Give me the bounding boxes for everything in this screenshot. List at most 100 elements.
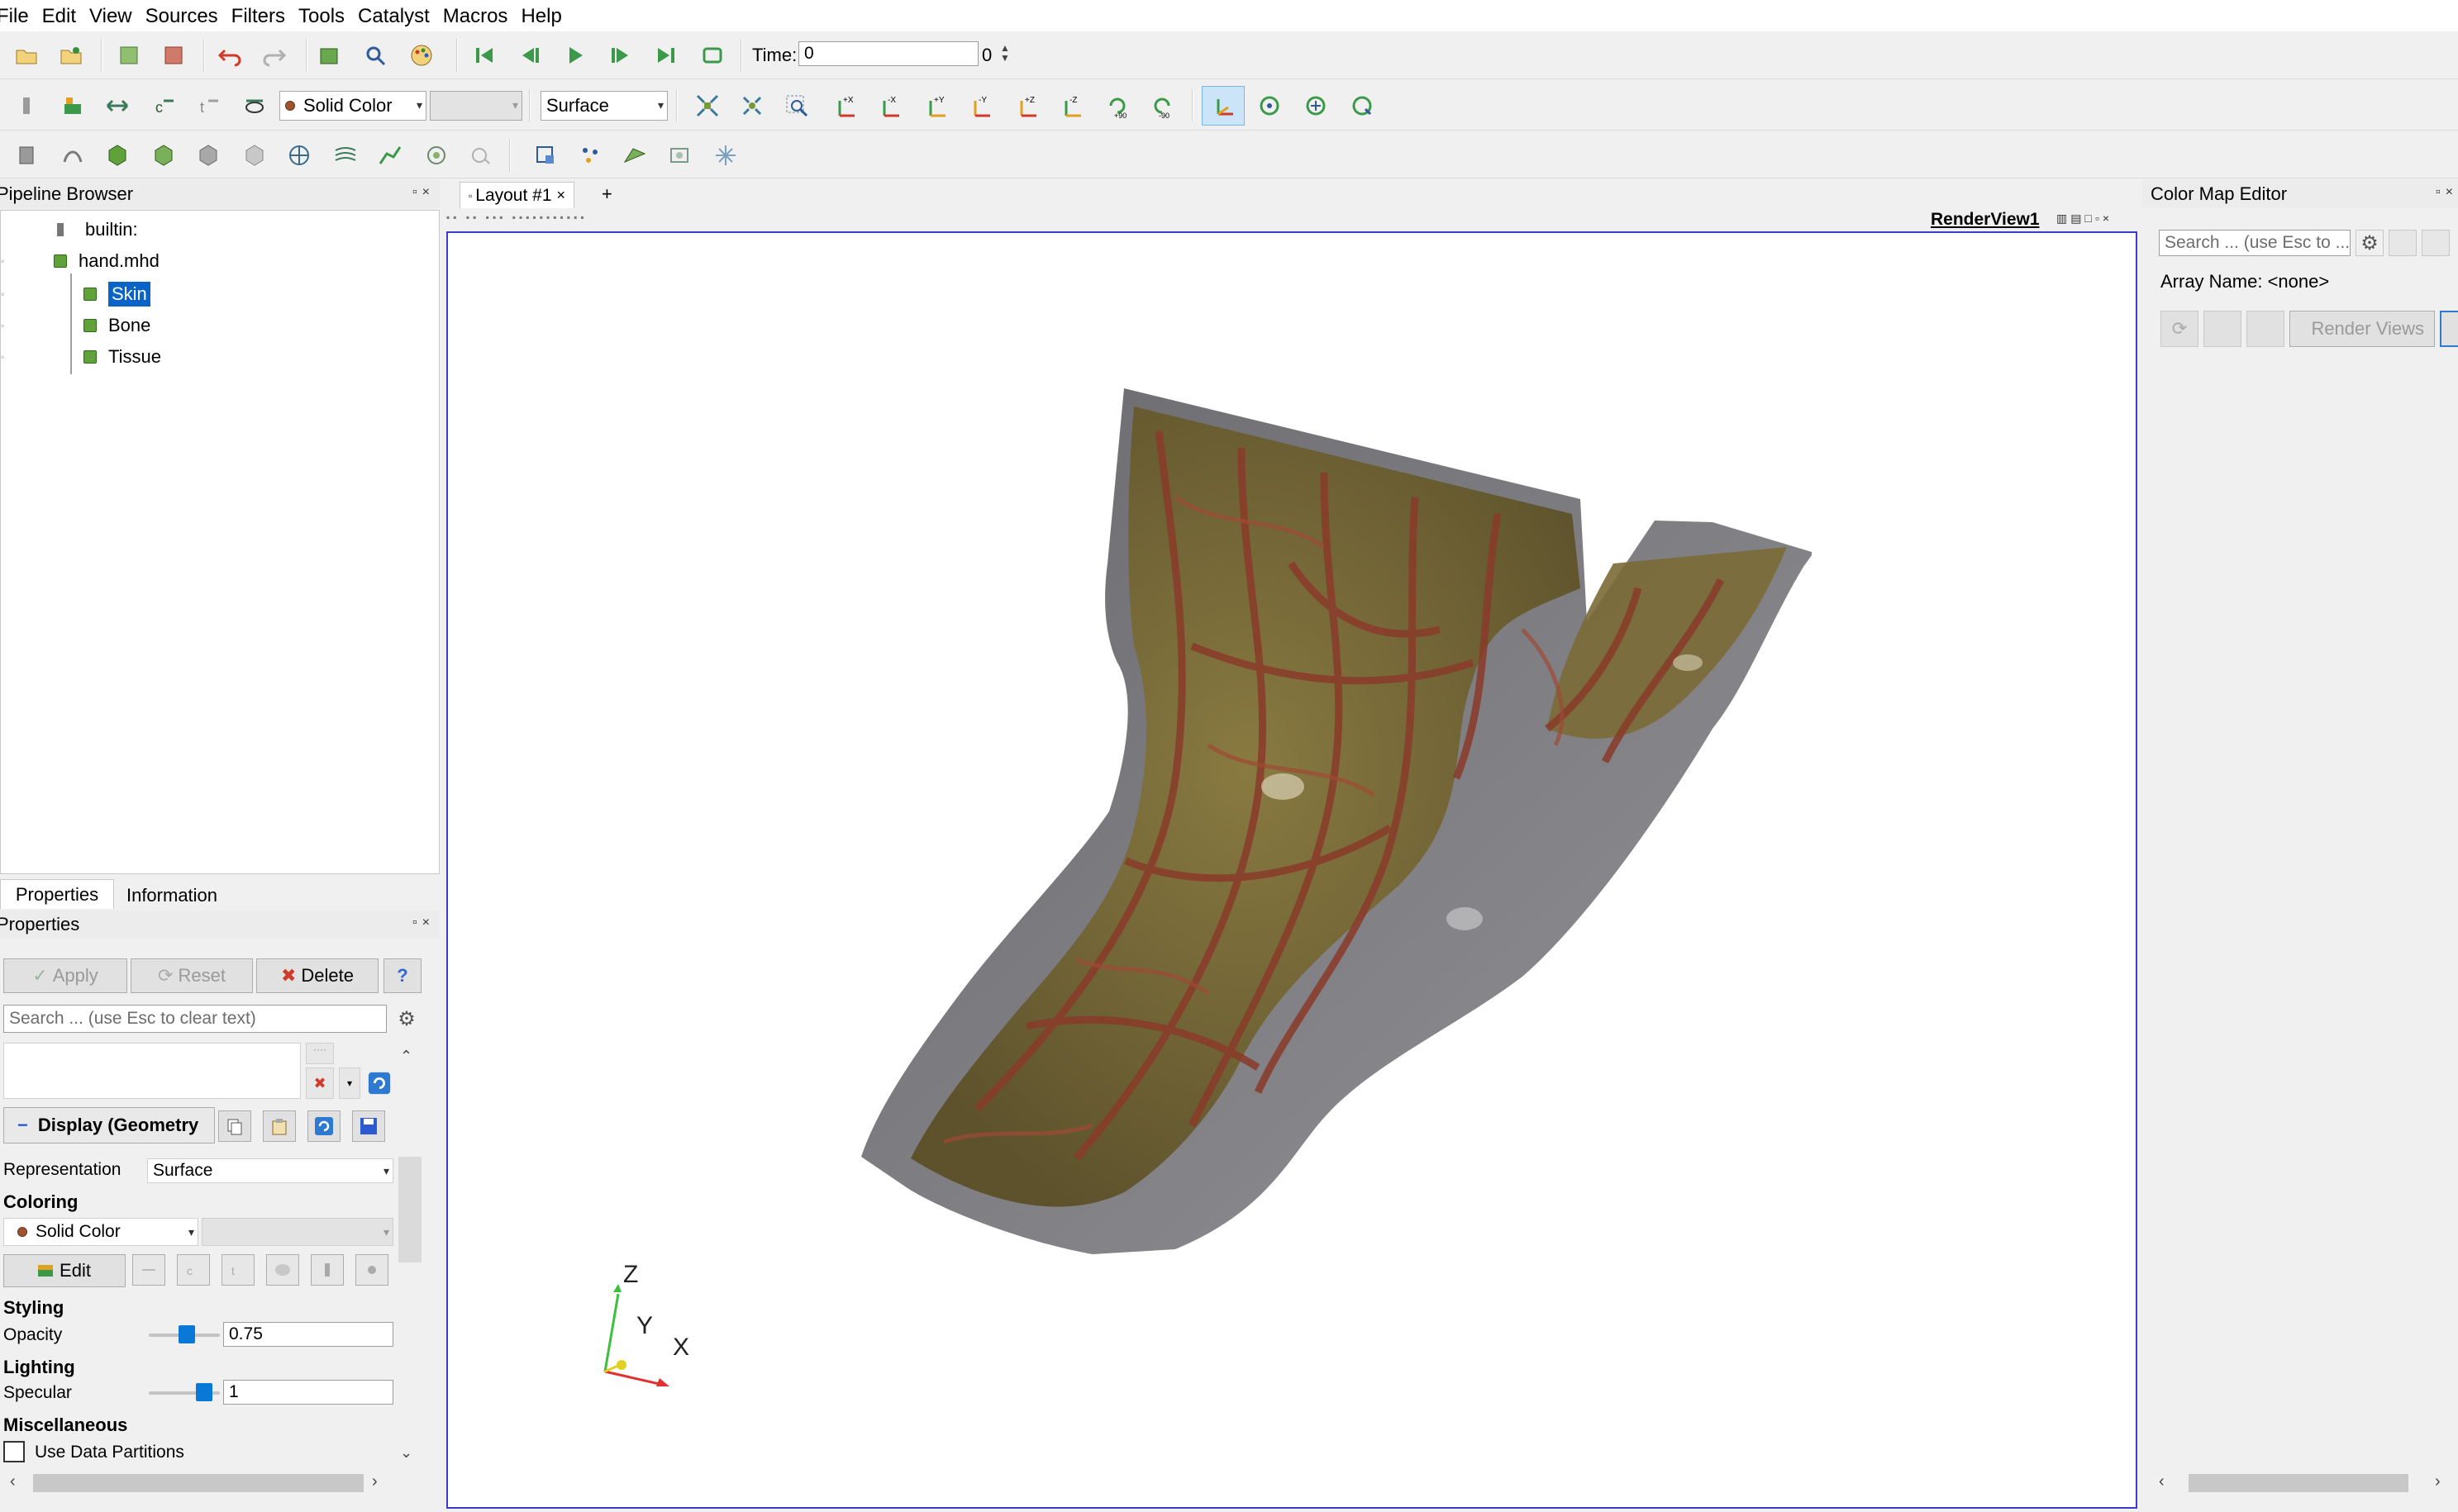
rescale-custom-icon[interactable]: c [177,1254,210,1286]
menu-view[interactable]: View [83,0,139,31]
group-datasets-icon[interactable] [420,139,453,172]
rescale-temporal-icon[interactable]: t [222,1254,255,1286]
clear-selection-icon[interactable]: ✖ [306,1067,334,1099]
calculator-icon[interactable] [10,139,43,172]
tab-properties[interactable]: Properties [0,879,114,909]
refresh-icon[interactable] [364,1067,395,1099]
scroll-left-icon[interactable]: ‹ [10,1472,16,1491]
menu-catalyst[interactable]: Catalyst [351,0,436,31]
restore-icon[interactable] [2422,230,2450,256]
save-search-icon[interactable] [2389,230,2417,256]
visibility-eye-icon[interactable]: ◦ [1,288,7,300]
rescale-visible-icon[interactable] [238,89,271,122]
extract-level-icon[interactable] [464,139,498,172]
visibility-eye-icon[interactable]: ◦ [1,320,7,331]
tree-item-builtin[interactable]: builtin: [57,216,138,244]
tab-layout-1[interactable]: ▫ Layout #1 × [460,182,575,208]
tree-item-skin[interactable]: ◦ Skin [1,280,150,308]
opacity-input[interactable]: 0.75 [223,1322,393,1347]
view-minus-z-icon[interactable]: -Z [1055,89,1088,122]
menu-macros[interactable]: Macros [436,0,515,31]
menu-edit[interactable]: Edit [36,0,83,31]
copy-icon[interactable] [2203,311,2241,347]
view-split-close-icons[interactable]: ▥▤□▫× [2056,212,2113,226]
edit-colormap-button[interactable]: Edit [3,1254,126,1287]
glyph-icon[interactable] [283,139,316,172]
hscroll-thumb[interactable] [2189,1474,2408,1492]
toggle-scalar-bar-icon[interactable] [10,89,43,122]
threshold-icon[interactable] [192,139,225,172]
representation-select[interactable]: Surface ▾ [147,1158,393,1183]
specular-slider-handle[interactable] [195,1383,212,1401]
slice-icon[interactable] [147,139,180,172]
extract-subset-icon[interactable] [238,139,271,172]
colormap-search-input[interactable]: Search ... (use Esc to ... [2159,230,2351,256]
reset-camera-icon[interactable] [691,89,724,122]
time-spin-icon[interactable]: ▲ ▼ [1000,43,1010,63]
rescale-custom-icon[interactable]: c [147,89,180,122]
play-icon[interactable] [559,39,592,72]
view-plus-z-icon[interactable]: +Z [1010,89,1043,122]
palette-icon[interactable] [405,39,438,72]
rescale-temporal-icon[interactable]: t [192,89,225,122]
select-frustum-icon[interactable] [618,139,651,172]
time-input[interactable]: 0 [798,41,979,66]
rotate-plus-90-icon[interactable]: +90 [1101,89,1134,122]
rotate-minus-90-icon[interactable]: -90 [1146,89,1179,122]
gear-icon[interactable]: ⚙ [392,1005,422,1033]
tree-item-bone[interactable]: ◦ Bone [1,311,150,340]
properties-scrollbar-thumb[interactable] [398,1157,422,1262]
display-section-header[interactable]: − Display (Geometry [3,1107,215,1144]
reset-center-icon[interactable] [1346,89,1379,122]
next-frame-icon[interactable] [603,39,636,72]
save-defaults-icon[interactable] [352,1110,385,1142]
restore-defaults-icon[interactable] [307,1110,341,1142]
scroll-left-icon[interactable]: ‹ [2159,1472,2165,1491]
menu-filters[interactable]: Filters [225,0,292,31]
view-minus-x-icon[interactable]: -X [873,89,906,122]
separate-colormap-icon[interactable] [355,1254,388,1286]
hscroll-thumb[interactable] [33,1474,364,1492]
open-file-icon[interactable] [10,39,43,72]
select-cells-icon[interactable] [529,139,562,172]
scroll-up-icon[interactable]: ⌃ [400,1048,412,1065]
scalar-bar-icon[interactable] [311,1254,344,1286]
view-toolbar-icons[interactable]: ▪▪ ▪▪ ▪▪▪ ▪▪▪▪▪▪▪▪▪▪▪ [446,212,588,223]
tree-item-hand-mhd[interactable]: ◦ hand.mhd [1,247,160,275]
connect-icon[interactable] [112,39,145,72]
copy-properties-icon[interactable] [218,1110,251,1142]
help-button[interactable]: ? [383,958,422,993]
time-step-value[interactable]: 0 [982,45,992,66]
view-minus-y-icon[interactable]: -Y [964,89,997,122]
apply-button[interactable]: ✓ Apply [3,958,127,993]
menu-help[interactable]: Help [514,0,568,31]
dock-float-close-icon[interactable]: ▫× [412,915,435,930]
menu-file[interactable]: File [0,0,36,31]
scroll-right-icon[interactable]: › [2435,1472,2441,1491]
loop-icon[interactable] [696,39,729,72]
add-layout-tab-button[interactable]: + [602,183,612,205]
auto-apply-toggle[interactable] [2440,311,2458,347]
save-state-icon[interactable] [55,39,88,72]
opacity-slider-handle[interactable] [178,1325,195,1343]
stream-tracer-icon[interactable] [329,139,362,172]
render-view[interactable]: Z Y X [446,231,2137,1509]
gear-icon[interactable]: ⚙ [2356,230,2384,256]
menu-tools[interactable]: Tools [292,0,351,31]
coloring-select[interactable]: Solid Color ▾ [3,1218,198,1246]
rescale-icon[interactable] [132,1254,165,1286]
scroll-down-icon[interactable]: ⌄ [400,1444,412,1462]
delete-button[interactable]: ✖ Delete [256,958,379,993]
previous-frame-icon[interactable] [514,39,547,72]
coloring-combo[interactable]: Solid Color ▾ [279,91,426,121]
tab-information[interactable]: Information [116,881,228,911]
more-icon[interactable]: ···· [306,1043,334,1064]
contour-icon[interactable] [56,139,89,172]
properties-search-input[interactable]: Search ... (use Esc to clear text) [3,1005,387,1033]
paste-icon[interactable] [2246,311,2284,347]
render-views-button[interactable]: Render Views [2289,311,2435,347]
warp-icon[interactable] [374,139,407,172]
rescale-range-icon[interactable] [101,89,134,122]
view-plus-x-icon[interactable]: +X [828,89,861,122]
undo-icon[interactable] [213,39,246,72]
